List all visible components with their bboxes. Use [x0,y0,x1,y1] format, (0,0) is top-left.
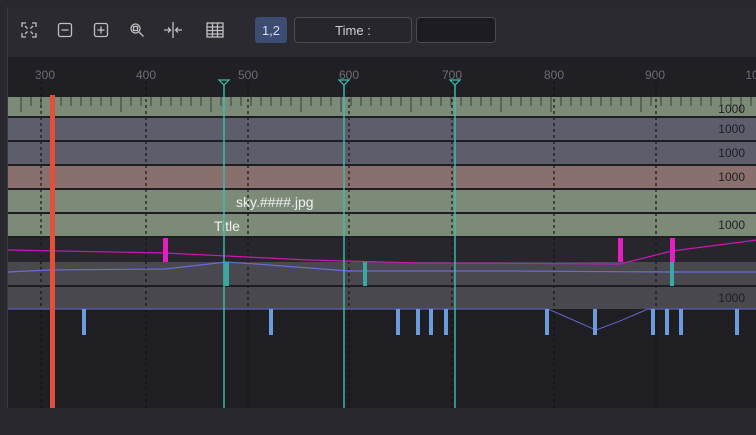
track-ruler[interactable]: 1000 [8,97,756,117]
track-row[interactable]: 1000 [8,118,756,140]
track-row-sky[interactable]: sky.####.jpg [8,190,756,212]
axis-tick-label: 400 [135,68,157,82]
clip-label-title: Title [214,218,240,234]
axis-tick-label: 300 [34,68,56,82]
axis-tick-label: 500 [237,68,259,82]
time-axis[interactable]: 300 400 500 600 700 800 900 10 [8,57,756,97]
track-row[interactable]: 1000 [8,142,756,164]
axis-tick-label: 600 [338,68,360,82]
curve-row-magenta[interactable] [8,238,756,262]
track-row-title[interactable]: Title 1000 [8,214,756,236]
curve-row-blue[interactable] [8,262,756,286]
track-row[interactable]: 1000 [8,287,756,309]
zoom-in-icon[interactable] [90,19,112,41]
axis-tick-label: 700 [441,68,463,82]
timeline-panel: 1,2 Time : 300 400 500 600 700 800 900 1… [7,7,756,408]
track-value: 1000 [718,218,745,232]
track-value: 1000 [718,122,745,136]
time-input[interactable] [416,17,496,43]
zoom-out-icon[interactable] [54,19,76,41]
clip-label-sky: sky.####.jpg [236,194,314,210]
track-value: 1000 [718,291,745,305]
grid-icon[interactable] [204,19,226,41]
fit-icon[interactable] [18,19,40,41]
track-value: 1000 [718,102,745,116]
track-row[interactable]: 1000 [8,166,756,188]
track-value: 1000 [718,146,745,160]
toolbar: 1,2 Time : [8,7,756,57]
time-label: Time : [294,17,412,43]
track-area: 1000 1000 1000 1000 sky.####.jpg Title 1… [8,97,756,408]
axis-tick-label: 800 [543,68,565,82]
axis-tick-label: 10 [745,68,756,82]
axis-tick-label: 900 [644,68,666,82]
track-value: 1000 [718,170,745,184]
zoom-rect-icon[interactable] [126,19,148,41]
split-icon[interactable] [162,19,184,41]
version-button[interactable]: 1,2 [255,17,287,43]
